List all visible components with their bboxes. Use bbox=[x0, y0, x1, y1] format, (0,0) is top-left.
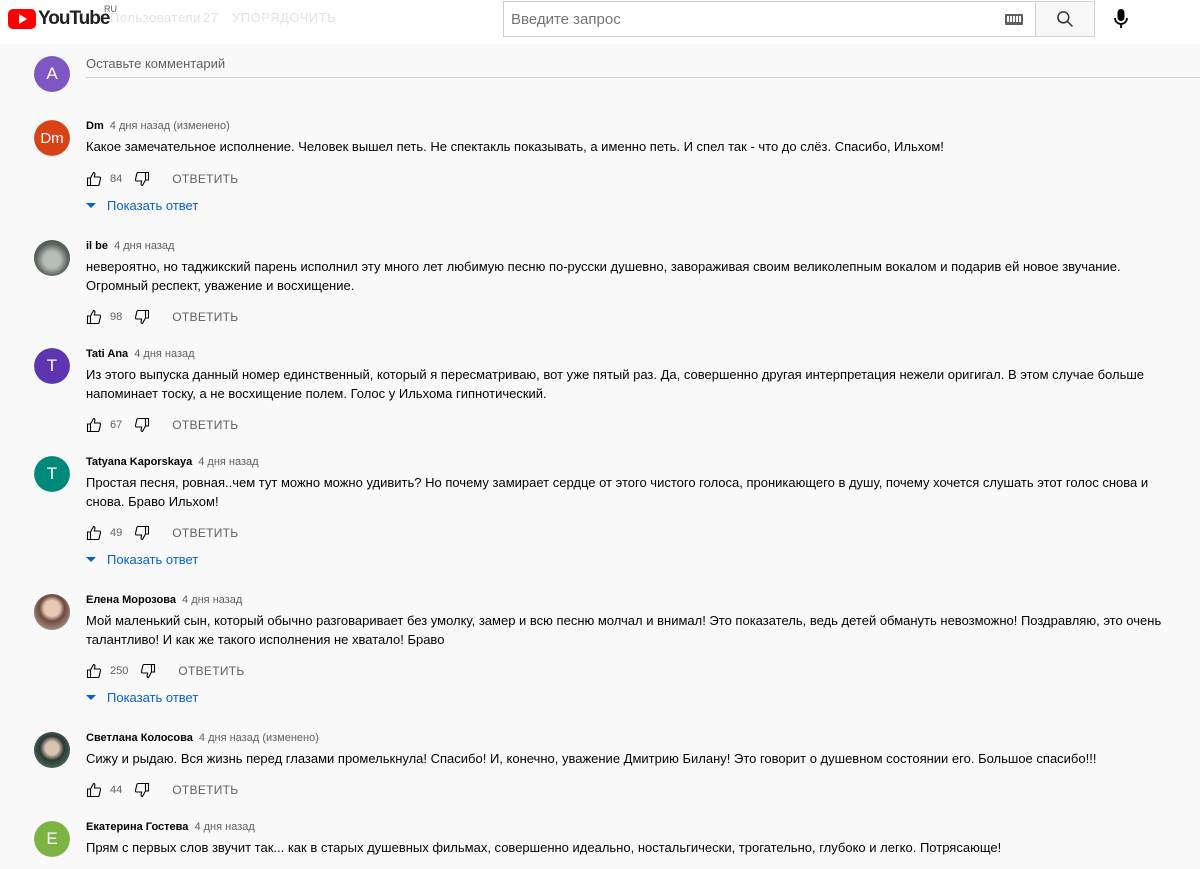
comment-header: Светлана Колосова 4 дня назад (изменено) bbox=[86, 732, 319, 744]
thumbs-up-icon[interactable] bbox=[86, 782, 102, 798]
like-count: 250 bbox=[110, 665, 129, 677]
comment-time[interactable]: 4 дня назад bbox=[114, 240, 174, 252]
commenter-avatar[interactable]: T bbox=[34, 456, 70, 492]
commenter-avatar[interactable] bbox=[34, 240, 70, 276]
user-avatar[interactable]: A bbox=[34, 56, 70, 92]
like-count: 84 bbox=[110, 173, 123, 185]
thumbs-down-icon[interactable] bbox=[134, 525, 150, 541]
comment-author[interactable]: Екатерина Гостева bbox=[86, 821, 188, 833]
comment-header: Елена Морозова 4 дня назад bbox=[86, 594, 242, 606]
comment-actions: 84 ОТВЕТИТЬ bbox=[86, 169, 238, 189]
reply-button[interactable]: ОТВЕТИТЬ bbox=[178, 664, 244, 678]
comment-actions: 250 ОТВЕТИТЬ bbox=[86, 661, 245, 681]
thumbs-up-icon[interactable] bbox=[86, 525, 102, 541]
like-count: 98 bbox=[110, 311, 123, 323]
comment-actions: 67 ОТВЕТИТЬ bbox=[86, 415, 238, 435]
show-replies-label: Показать ответ bbox=[107, 552, 199, 567]
faded-sort-label: УПОРЯДОЧИТЬ bbox=[232, 10, 337, 25]
comment-text: Мой маленький сын, который обычно разгов… bbox=[86, 613, 1162, 647]
expand-arrow-icon bbox=[86, 557, 96, 562]
like-count: 49 bbox=[110, 527, 123, 539]
like-count: 44 bbox=[110, 784, 123, 796]
comment-author[interactable]: il be bbox=[86, 240, 108, 252]
comment-author[interactable]: Елена Морозова bbox=[86, 594, 176, 606]
comment-actions: 49 ОТВЕТИТЬ bbox=[86, 523, 238, 543]
top-header: YouTube RU Пользователи 27 УПОРЯДОЧИТЬ bbox=[0, 0, 1200, 44]
logo-text: YouTube bbox=[38, 8, 110, 29]
like-count: 67 bbox=[110, 419, 123, 431]
thumbs-down-icon[interactable] bbox=[134, 309, 150, 325]
comment-text: Какое замечательное исполнение. Человек … bbox=[86, 139, 944, 154]
youtube-logo[interactable]: YouTube RU bbox=[8, 4, 117, 30]
comment-time[interactable]: 4 дня назад bbox=[134, 348, 194, 360]
comment-edited: (изменено) bbox=[173, 120, 230, 132]
avatar-letter: Dm bbox=[34, 120, 70, 156]
search-button[interactable] bbox=[1035, 1, 1095, 37]
comment-header: Tatyana Kaporskaya 4 дня назад bbox=[86, 456, 259, 468]
avatar-letter: E bbox=[34, 821, 70, 857]
comment-time[interactable]: 4 дня назад bbox=[199, 732, 259, 744]
show-replies-label: Показать ответ bbox=[107, 690, 199, 705]
comment-author[interactable]: Tati Ana bbox=[86, 348, 128, 360]
search-box bbox=[503, 1, 1036, 37]
comment-author[interactable]: Dm bbox=[86, 120, 104, 132]
reply-button[interactable]: ОТВЕТИТЬ bbox=[172, 783, 238, 797]
comment-header: Tati Ana 4 дня назад bbox=[86, 348, 195, 360]
microphone-button[interactable] bbox=[1108, 6, 1134, 32]
thumbs-up-icon[interactable] bbox=[86, 663, 102, 679]
comment-actions: 98 ОТВЕТИТЬ bbox=[86, 307, 238, 327]
comment-header: Екатерина Гостева 4 дня назад bbox=[86, 821, 255, 833]
commenter-avatar[interactable] bbox=[34, 594, 70, 630]
faded-comment-count: 27 bbox=[203, 10, 219, 25]
thumbs-up-icon[interactable] bbox=[86, 417, 102, 433]
show-replies-label: Показать ответ bbox=[107, 198, 199, 213]
show-replies-button[interactable]: Показать ответ bbox=[86, 552, 198, 567]
add-comment-row: A Оставьте комментарий bbox=[34, 56, 1200, 92]
keyboard-icon[interactable] bbox=[1005, 13, 1023, 25]
expand-arrow-icon bbox=[86, 203, 96, 208]
comment-text: Сижу и рыдаю. Вся жизнь перед глазами пр… bbox=[86, 751, 1097, 766]
commenter-avatar[interactable]: Dm bbox=[34, 120, 70, 156]
comment-edited: (изменено) bbox=[262, 732, 319, 744]
comment-text: Прям с первых слов звучит так... как в с… bbox=[86, 840, 1002, 855]
thumbs-down-icon[interactable] bbox=[134, 171, 150, 187]
thumbs-up-icon[interactable] bbox=[86, 171, 102, 187]
search-icon bbox=[1057, 11, 1074, 28]
comment-text: Простая песня, ровная..чем тут можно мож… bbox=[86, 475, 1149, 509]
microphone-icon bbox=[1114, 9, 1128, 28]
comment-time[interactable]: 4 дня назад bbox=[110, 120, 170, 132]
reply-button[interactable]: ОТВЕТИТЬ bbox=[172, 172, 238, 186]
comment-author[interactable]: Tatyana Kaporskaya bbox=[86, 456, 192, 468]
comment-actions: 44 ОТВЕТИТЬ bbox=[86, 780, 238, 800]
comment-text: Из этого выпуска данный номер единственн… bbox=[86, 367, 1144, 401]
avatar-letter: T bbox=[34, 456, 70, 492]
comment-author[interactable]: Светлана Колосова bbox=[86, 732, 193, 744]
search-input[interactable] bbox=[504, 9, 1005, 29]
expand-arrow-icon bbox=[86, 695, 96, 700]
reply-button[interactable]: ОТВЕТИТЬ bbox=[172, 526, 238, 540]
reply-button[interactable]: ОТВЕТИТЬ bbox=[172, 310, 238, 324]
show-replies-button[interactable]: Показать ответ bbox=[86, 198, 198, 213]
comment-header: il be 4 дня назад bbox=[86, 240, 174, 252]
show-replies-button[interactable]: Показать ответ bbox=[86, 690, 198, 705]
commenter-avatar[interactable] bbox=[34, 732, 70, 768]
thumbs-down-icon[interactable] bbox=[134, 782, 150, 798]
commenter-avatar[interactable]: E bbox=[34, 821, 70, 857]
thumbs-down-icon[interactable] bbox=[140, 663, 156, 679]
comment-header: Dm 4 дня назад (изменено) bbox=[86, 120, 230, 132]
comment-time[interactable]: 4 дня назад bbox=[194, 821, 254, 833]
youtube-play-icon bbox=[8, 9, 36, 29]
thumbs-up-icon[interactable] bbox=[86, 309, 102, 325]
comment-time[interactable]: 4 дня назад bbox=[198, 456, 258, 468]
faded-header-text: Пользователи bbox=[110, 10, 201, 25]
thumbs-down-icon[interactable] bbox=[134, 417, 150, 433]
add-comment-field[interactable]: Оставьте комментарий bbox=[86, 56, 1200, 78]
comment-time[interactable]: 4 дня назад bbox=[182, 594, 242, 606]
commenter-avatar[interactable]: T bbox=[34, 348, 70, 384]
comment-text: невероятно, но таджикский парень исполни… bbox=[86, 259, 1121, 293]
avatar-letter: T bbox=[34, 348, 70, 384]
reply-button[interactable]: ОТВЕТИТЬ bbox=[172, 418, 238, 432]
